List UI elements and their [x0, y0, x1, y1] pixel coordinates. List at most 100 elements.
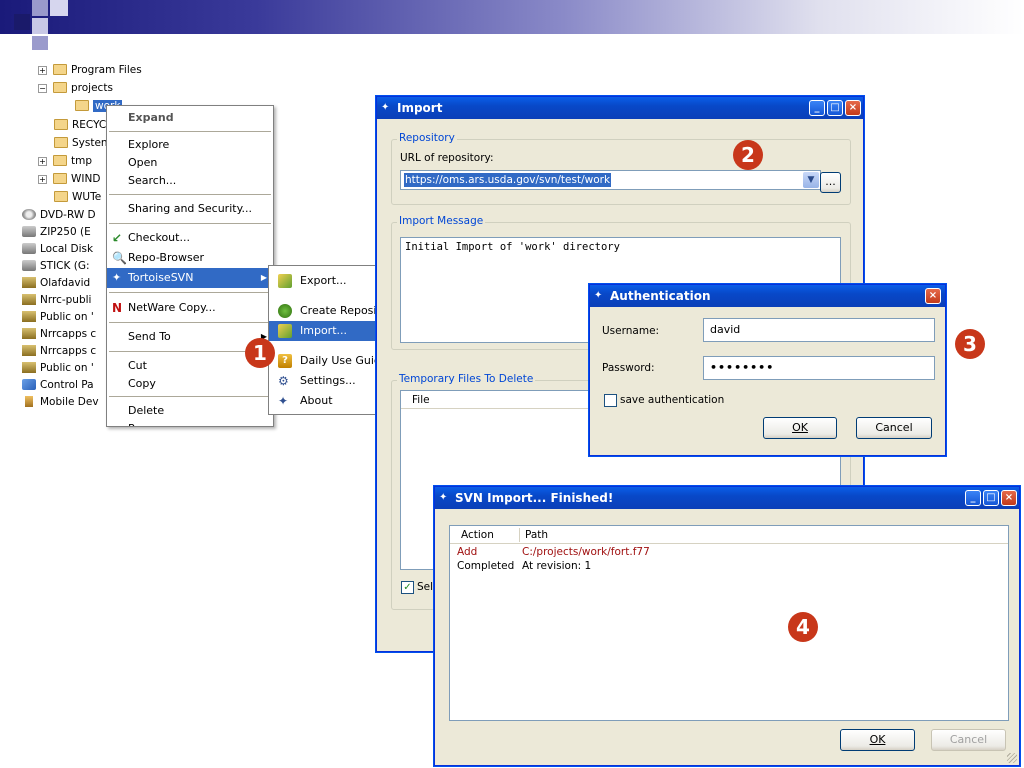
- url-value: https://oms.ars.usda.gov/svn/test/work: [404, 173, 612, 187]
- tree-item[interactable]: WUTe: [54, 189, 101, 205]
- tree-item[interactable]: Control Pa: [22, 377, 94, 393]
- badge-4: 4: [788, 612, 818, 642]
- collapse-icon[interactable]: −: [38, 84, 47, 93]
- menu-item-delete[interactable]: Delete: [107, 401, 273, 421]
- create-repository-icon: [278, 304, 292, 318]
- select-all-checkbox[interactable]: ✓: [401, 581, 414, 594]
- badge-1: 1: [245, 338, 275, 368]
- tree-item[interactable]: Nrrc-publi: [22, 292, 91, 308]
- folder-icon: [53, 173, 67, 184]
- close-button[interactable]: ×: [925, 288, 941, 304]
- tortoise-icon: ✦: [594, 290, 603, 301]
- drive-icon: [22, 226, 36, 237]
- maximize-button[interactable]: □: [827, 100, 843, 116]
- message-value: Initial Import of 'work' directory: [405, 241, 620, 253]
- cancel-button[interactable]: Cancel: [856, 417, 932, 439]
- settings-icon: ⚙: [278, 374, 289, 388]
- resize-grip-icon[interactable]: [1007, 753, 1017, 763]
- tree-item[interactable]: Public on ': [22, 309, 94, 325]
- results-list[interactable]: Action Path Add C:/projects/work/fort.f7…: [449, 525, 1009, 721]
- menu-item-copy[interactable]: Copy: [107, 374, 273, 394]
- tree-item[interactable]: ZIP250 (E: [22, 224, 91, 240]
- tree-item[interactable]: + Program Files: [38, 62, 142, 78]
- badge-3: 3: [955, 329, 985, 359]
- path-column-header[interactable]: Path: [525, 529, 548, 541]
- menu-item-explore[interactable]: Explore: [107, 135, 273, 155]
- menu-item-netware-copy[interactable]: N NetWare Copy...: [107, 298, 273, 318]
- submenu-item-settings[interactable]: ⚙ Settings...: [269, 371, 377, 391]
- tree-item[interactable]: STICK (G:: [22, 258, 90, 274]
- submenu-item-export[interactable]: Export...: [269, 271, 377, 291]
- save-authentication-checkbox[interactable]: [604, 394, 617, 407]
- password-input[interactable]: ••••••••: [703, 356, 935, 380]
- tree-item[interactable]: Local Disk: [22, 241, 93, 257]
- menu-separator: [109, 131, 271, 132]
- tree-item[interactable]: RECYC: [54, 117, 106, 133]
- tree-item[interactable]: Mobile Dev: [22, 394, 99, 410]
- submenu-item-create-repository[interactable]: Create Reposit: [269, 301, 377, 321]
- network-drive-icon: [22, 294, 36, 305]
- tree-item[interactable]: − projects: [38, 80, 113, 96]
- menu-item-rename[interactable]: Rename: [107, 419, 273, 426]
- tree-item[interactable]: + tmp: [38, 153, 92, 169]
- close-button[interactable]: ×: [845, 100, 861, 116]
- network-drive-icon: [22, 362, 36, 373]
- tree-item[interactable]: + WIND: [38, 171, 100, 187]
- chevron-down-icon[interactable]: ▼: [803, 172, 819, 188]
- tree-item[interactable]: DVD-RW D: [22, 207, 96, 223]
- ok-button[interactable]: OK: [840, 729, 915, 751]
- result-row[interactable]: Completed At revision: 1: [450, 560, 1008, 574]
- submenu-arrow-icon: ▶: [260, 273, 267, 282]
- finished-title-bar[interactable]: ✦ SVN Import... Finished! _ □ ×: [435, 487, 1019, 509]
- close-button[interactable]: ×: [1001, 490, 1017, 506]
- folder-icon: [53, 64, 67, 75]
- menu-item-expand[interactable]: Expand: [107, 108, 273, 128]
- tree-item[interactable]: Olafdavid: [22, 275, 90, 291]
- slide-deco-square: [32, 0, 48, 16]
- tree-item[interactable]: Nrrcapps c: [22, 326, 96, 342]
- result-row[interactable]: Add C:/projects/work/fort.f77: [450, 546, 1008, 560]
- maximize-button[interactable]: □: [983, 490, 999, 506]
- slide-header-bar: [0, 0, 1024, 34]
- expand-icon[interactable]: +: [38, 175, 47, 184]
- menu-item-checkout[interactable]: ↙ Checkout...: [107, 228, 273, 248]
- import-finished-dialog: ✦ SVN Import... Finished! _ □ × Action P…: [434, 486, 1020, 766]
- menu-item-tortoisesvn[interactable]: ✦ TortoiseSVN ▶: [107, 268, 273, 288]
- authentication-title-bar[interactable]: ✦ Authentication ×: [590, 285, 945, 307]
- tortoisesvn-submenu: Export... Create Reposit Import... ? Dail…: [268, 265, 378, 415]
- dvd-drive-icon: [22, 209, 36, 220]
- cancel-button[interactable]: Cancel: [931, 729, 1006, 751]
- folder-icon: [54, 191, 68, 202]
- network-drive-icon: [22, 277, 36, 288]
- menu-item-repo-browser[interactable]: 🔍 Repo-Browser: [107, 248, 273, 268]
- expand-icon[interactable]: +: [38, 66, 47, 75]
- tree-item[interactable]: Nrrcapps c: [22, 343, 96, 359]
- tree-item[interactable]: Public on ': [22, 360, 94, 376]
- expand-icon[interactable]: +: [38, 157, 47, 166]
- menu-item-search[interactable]: Search...: [107, 171, 273, 191]
- tree-item[interactable]: Systen: [54, 135, 108, 151]
- slide-deco-square: [50, 0, 68, 16]
- network-drive-icon: [22, 328, 36, 339]
- submenu-item-about[interactable]: ✦ About: [269, 391, 377, 411]
- url-combobox[interactable]: https://oms.ars.usda.gov/svn/test/work ▼: [400, 170, 821, 190]
- menu-item-sharing[interactable]: Sharing and Security...: [107, 199, 273, 219]
- folder-icon: [53, 155, 67, 166]
- column-divider[interactable]: [519, 528, 520, 542]
- minimize-button[interactable]: _: [965, 490, 981, 506]
- folder-icon: [53, 82, 67, 93]
- menu-item-open[interactable]: Open: [107, 153, 273, 173]
- username-input[interactable]: david: [703, 318, 935, 342]
- action-column-header[interactable]: Action: [461, 529, 494, 541]
- checkout-icon: ↙: [112, 231, 123, 245]
- browse-button[interactable]: ...: [820, 172, 841, 193]
- import-title-bar[interactable]: ✦ Import _ □ ×: [377, 97, 863, 119]
- menu-separator: [109, 194, 271, 195]
- ok-button[interactable]: OK: [763, 417, 837, 439]
- url-label: URL of repository:: [400, 152, 494, 164]
- submenu-item-import[interactable]: Import...: [269, 321, 377, 341]
- menu-separator: [109, 223, 271, 224]
- minimize-button[interactable]: _: [809, 100, 825, 116]
- submenu-item-daily-use-guide[interactable]: ?Daily Use Guide: [269, 351, 377, 371]
- import-icon: [278, 324, 292, 338]
